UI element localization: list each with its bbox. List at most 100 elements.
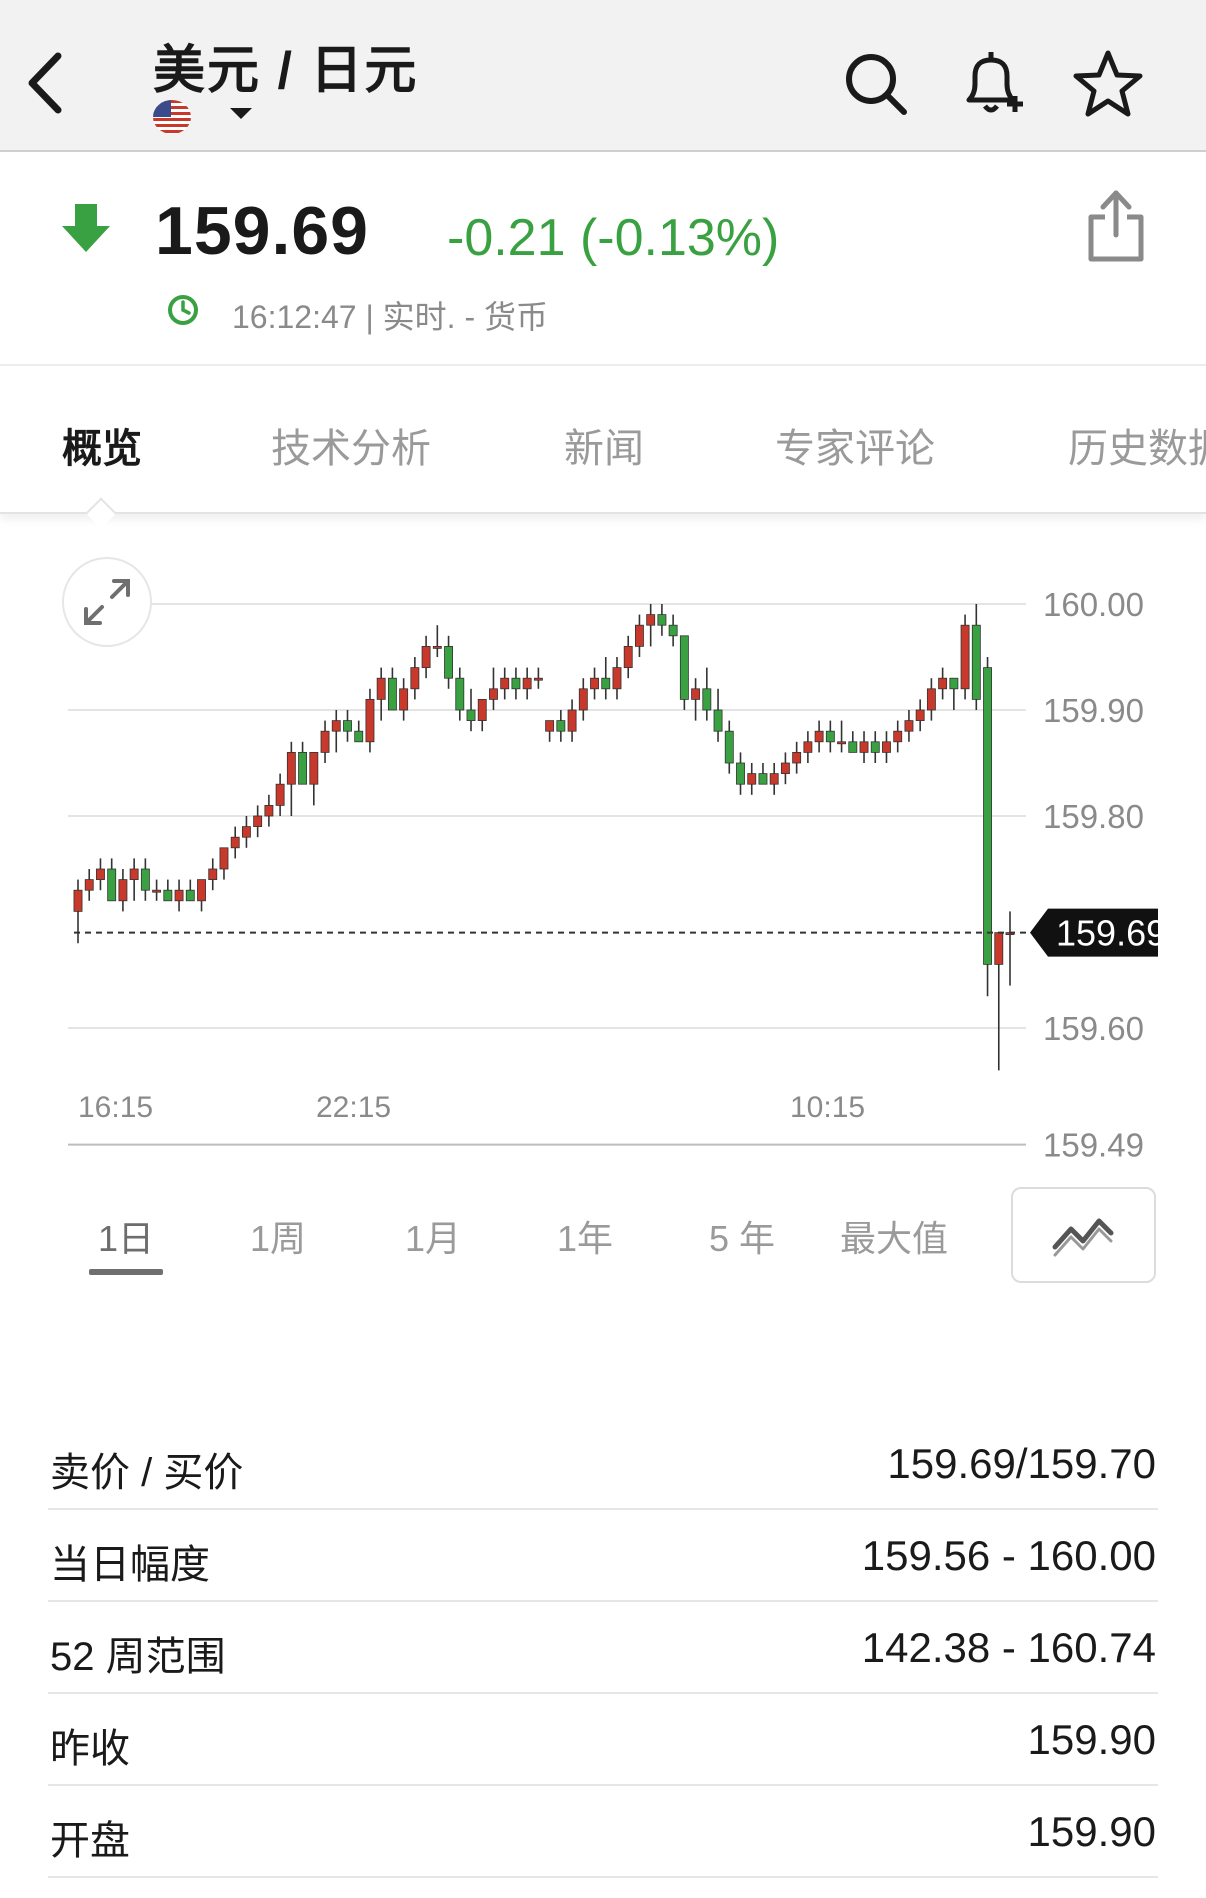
candle-body — [522, 677, 532, 690]
candle-body — [803, 741, 813, 753]
stat-label: 昨收 — [50, 1727, 130, 1771]
x-tick-label: 10:15 — [790, 1091, 865, 1124]
stat-value: 159.56 - 160.00 — [861, 1532, 1156, 1579]
range-max[interactable]: 最大值 — [840, 1210, 948, 1262]
candle-body — [882, 741, 891, 753]
candle-body — [635, 624, 644, 647]
expand-icon — [84, 579, 130, 625]
candle-body — [590, 677, 599, 690]
candle-body — [533, 677, 543, 681]
search-button[interactable] — [840, 48, 912, 120]
back-button[interactable] — [22, 48, 72, 118]
candle-body — [646, 614, 656, 626]
candle-body — [837, 741, 847, 745]
candlestick-chart: 160.00 159.90 159.80 159.60 159.49 16:15 22:15… — [68, 586, 1166, 1164]
star-icon — [1073, 50, 1143, 117]
candle-body — [253, 815, 263, 828]
current-price-label: 159.69 — [1056, 913, 1166, 954]
candle-body — [724, 730, 734, 764]
candle-body — [545, 720, 555, 732]
y-tick-label: 159.60 — [1043, 1010, 1144, 1047]
candle-body — [926, 688, 936, 711]
candle-body — [668, 624, 678, 637]
candle-body — [331, 720, 341, 732]
candle-body — [185, 889, 195, 902]
tab-expert-commentary[interactable]: 专家评论 — [775, 416, 935, 474]
clock-icon — [168, 295, 198, 325]
candle-body — [208, 868, 218, 880]
candle-body — [163, 889, 173, 902]
stat-value: 159.69/159.70 — [887, 1440, 1156, 1487]
search-icon — [846, 54, 907, 115]
candle-body — [354, 730, 364, 743]
stat-value: 159.90 — [1027, 1716, 1156, 1763]
candle-body — [320, 730, 330, 753]
candle-body — [747, 773, 757, 785]
candle-body — [679, 635, 689, 700]
candle-body — [140, 868, 150, 891]
current-price: 159.69 — [155, 193, 369, 269]
range-5y[interactable]: 5 年 — [709, 1210, 775, 1262]
chevron-left-icon — [28, 52, 62, 114]
add-alert-button[interactable] — [955, 48, 1027, 120]
share-button[interactable] — [1085, 187, 1147, 265]
candle-body — [713, 709, 723, 732]
expand-chart-button[interactable] — [62, 557, 152, 647]
stat-row: 开盘 159.90 — [48, 1786, 1158, 1878]
page-title: 美元 / 日元 — [153, 42, 419, 100]
range-1d[interactable]: 1日 — [98, 1210, 154, 1262]
section-tabs: 概览 技术分析 新闻 专家评论 历史数据 — [0, 366, 1206, 514]
candle-body — [197, 879, 206, 902]
y-tick-label: 159.90 — [1043, 692, 1144, 729]
candle-body — [848, 741, 858, 753]
candle-body — [825, 730, 835, 743]
candle-body — [556, 720, 566, 732]
candle-body — [410, 667, 420, 690]
tab-historical-data[interactable]: 历史数据 — [1068, 416, 1206, 474]
candle-body — [769, 773, 779, 785]
stat-row: 卖价 / 买价 159.69/159.70 — [48, 1418, 1158, 1510]
chart-type-button[interactable] — [1011, 1187, 1156, 1283]
stats-table: 卖价 / 买价 159.69/159.70 当日幅度 159.56 - 160.… — [48, 1418, 1158, 1878]
range-1w[interactable]: 1周 — [250, 1210, 306, 1262]
y-tick-label: 159.49 — [1043, 1127, 1144, 1160]
candle-body — [174, 889, 184, 902]
arrow-down-icon — [62, 204, 110, 252]
candle-body — [376, 677, 386, 700]
tab-overview[interactable]: 概览 — [62, 416, 142, 474]
stat-row: 当日幅度 159.56 - 160.00 — [48, 1510, 1158, 1602]
candle-body — [792, 751, 802, 764]
y-tick-label: 159.80 — [1043, 798, 1144, 835]
candle-body — [298, 751, 308, 785]
price-chart[interactable]: 160.00 159.90 159.80 159.60 159.49 16:15 22:15… — [0, 540, 1206, 1164]
stat-value: 159.90 — [1027, 1808, 1156, 1855]
candle-body — [612, 667, 622, 690]
stat-row: 52 周范围 142.38 - 160.74 — [48, 1602, 1158, 1694]
candle-body — [241, 826, 251, 838]
line-chart-icon — [1052, 1218, 1114, 1257]
flag-dropdown-caret[interactable] — [230, 108, 252, 119]
range-1m[interactable]: 1月 — [405, 1210, 461, 1262]
favorite-button[interactable] — [1072, 48, 1144, 120]
range-selector: 1日 1周 1月 1年 5 年 最大值 — [0, 1180, 1206, 1290]
candle-body — [343, 720, 352, 732]
candle-body — [444, 646, 453, 679]
active-range-underline — [89, 1269, 163, 1275]
stat-label: 开盘 — [50, 1819, 130, 1863]
tab-news[interactable]: 新闻 — [564, 416, 644, 474]
candle-body — [904, 720, 914, 732]
us-flag-icon[interactable] — [153, 100, 191, 134]
stat-label: 卖价 / 买价 — [50, 1451, 244, 1495]
candle-body — [286, 751, 296, 785]
candle-body — [511, 677, 521, 690]
candle-body — [387, 677, 397, 711]
range-1y[interactable]: 1年 — [557, 1210, 613, 1262]
candle-body — [466, 709, 476, 722]
candle-body — [477, 698, 487, 721]
tab-technical-analysis[interactable]: 技术分析 — [271, 416, 431, 474]
candle-body — [264, 804, 274, 817]
candle-body — [578, 688, 588, 711]
candle-body — [152, 889, 162, 893]
candle-body — [275, 783, 285, 806]
candle-body — [657, 614, 667, 626]
